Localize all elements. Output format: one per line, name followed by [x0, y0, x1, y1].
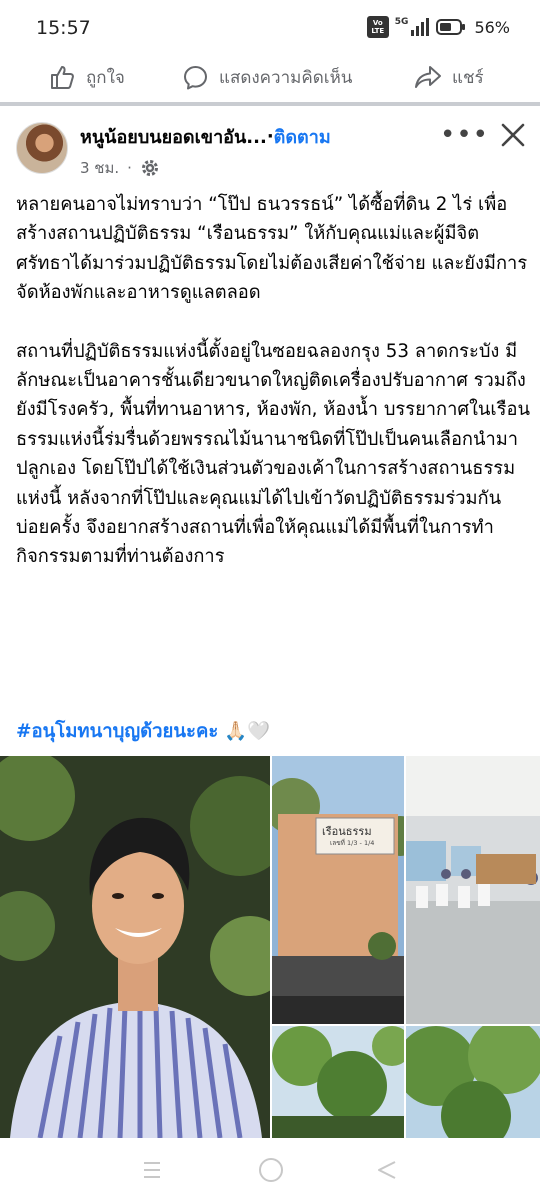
follow-button[interactable]: ติดตาม	[274, 122, 331, 151]
share-arrow-icon	[415, 66, 441, 88]
post-action-bar: ถูกใจ แสดงความคิดเห็น แชร์	[0, 58, 540, 96]
author-avatar[interactable]	[16, 122, 68, 174]
meta-dot: ·	[127, 159, 132, 177]
status-time: 15:57	[36, 17, 91, 39]
photo-grid: เรือนธรรม เลขที่ 1/3 - 1/4	[0, 756, 540, 1138]
comment-label: แสดงความคิดเห็น	[219, 67, 353, 88]
name-separator: ·	[266, 126, 274, 147]
post-paragraph: สถานที่ปฏิบัติธรรมแห่งนี้ตั้งอยู่ในซอยฉล…	[16, 340, 530, 568]
canopy-image	[406, 1026, 540, 1138]
author-name[interactable]: หนูน้อยบนยอดเขาอัน...	[80, 122, 267, 151]
recent-apps-icon[interactable]	[141, 1160, 163, 1180]
share-button[interactable]: แชร์	[414, 58, 484, 96]
portrait-image	[0, 756, 270, 1138]
author-row: หนูน้อยบนยอดเขาอัน... · ติดตาม	[80, 122, 331, 151]
hashtag-emoji: 🙏🏻🤍	[218, 721, 271, 742]
post-paragraph: หลายคนอาจไม่ทราบว่า “โป๊ป ธนวรรธน์” ได้ซ…	[16, 194, 528, 304]
status-bar: 15:57 Vo LTE 5G 56%	[0, 0, 540, 58]
photo-canopy[interactable]	[406, 1026, 540, 1138]
back-icon[interactable]	[375, 1159, 399, 1181]
share-label: แชร์	[452, 67, 484, 88]
thumbs-up-icon	[51, 66, 74, 89]
battery-icon	[436, 19, 466, 35]
post-body: หลายคนอาจไม่ทราบว่า “โป๊ป ธนวรรธน์” ได้ซ…	[16, 190, 530, 601]
sign-image	[272, 756, 404, 1024]
post-header: หนูน้อยบนยอดเขาอัน... · ติดตาม 3 ชม. · •…	[0, 112, 540, 188]
hashtag-line: #อนุโมทนาบุญด้วยนะคะ 🙏🏻🤍	[16, 717, 270, 746]
network-type-label: 5G	[394, 17, 409, 27]
more-options-icon[interactable]: •••	[440, 120, 489, 150]
signal-icon	[411, 18, 430, 36]
volte-icon: Vo LTE	[366, 16, 389, 38]
close-icon[interactable]	[500, 122, 526, 148]
photo-portrait[interactable]	[0, 756, 270, 1138]
section-divider	[0, 102, 540, 106]
hashtag-link[interactable]: #อนุโมทนาบุญด้วยนะคะ	[16, 721, 218, 742]
home-icon[interactable]	[257, 1156, 285, 1184]
photo-hall[interactable]	[406, 756, 540, 1024]
system-nav-bar	[0, 1140, 540, 1200]
post-meta: 3 ชม. ·	[80, 156, 160, 180]
post-time[interactable]: 3 ชม.	[80, 156, 119, 180]
like-label: ถูกใจ	[86, 67, 125, 88]
comment-button[interactable]: แสดงความคิดเห็น	[182, 58, 352, 96]
tree-image	[272, 1026, 404, 1138]
sign-subtext: เลขที่ 1/3 - 1/4	[330, 839, 375, 847]
status-icons: Vo LTE 5G 56%	[366, 16, 510, 38]
comment-bubble-icon	[184, 65, 207, 89]
photo-tree[interactable]	[272, 1026, 404, 1138]
photo-sign[interactable]: เรือนธรรม เลขที่ 1/3 - 1/4	[272, 756, 404, 1024]
hall-image	[406, 756, 540, 1024]
like-button[interactable]: ถูกใจ	[48, 58, 125, 96]
battery-percent: 56%	[474, 17, 510, 37]
gear-icon	[141, 160, 158, 176]
